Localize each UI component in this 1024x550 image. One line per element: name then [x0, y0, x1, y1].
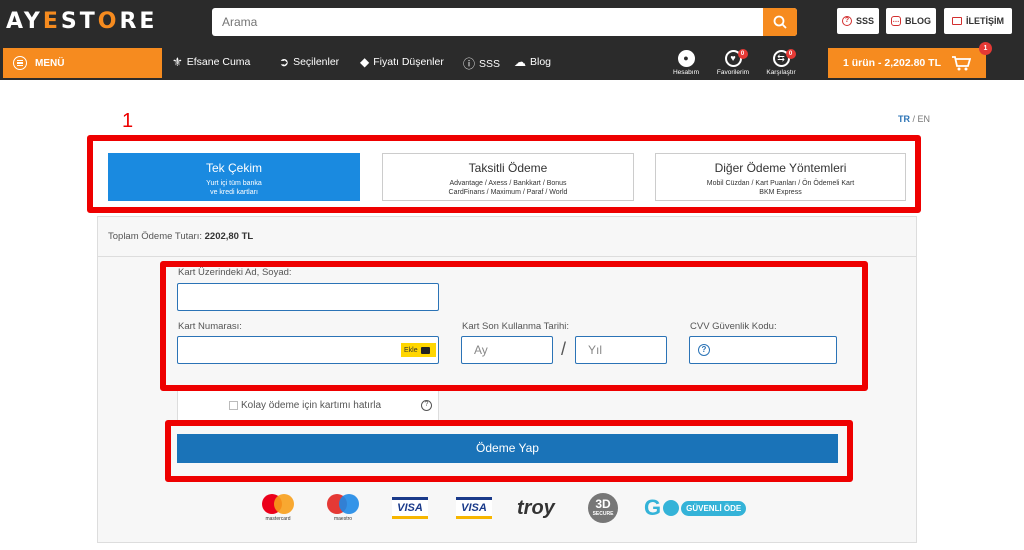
- user-icon: ●: [677, 50, 695, 67]
- mail-icon: [952, 17, 962, 25]
- nav-item-efsane-cuma[interactable]: ⚜ Efsane Cuma: [172, 55, 250, 69]
- menu-icon: [13, 56, 27, 70]
- guvenli-ode-logo: G GÜVENLİ ÖDE: [644, 490, 747, 526]
- search-button[interactable]: [763, 8, 797, 36]
- menu-label: MENÜ: [35, 57, 65, 69]
- total-amount-value: 2202,80 TL: [204, 231, 254, 242]
- visa-electron-logo: VISA: [456, 490, 492, 526]
- maestro-logo: maestro: [327, 490, 359, 526]
- remember-card-label[interactable]: Kolay ödeme için kartımı hatırla: [241, 400, 381, 411]
- annotation-box-1: [87, 135, 921, 213]
- annotation-box-3: [165, 420, 853, 482]
- question-icon: ⓘ: [463, 57, 476, 71]
- sss-button[interactable]: ? SSS: [837, 8, 879, 34]
- payment-logos: mastercard maestro VISA VISA troy 3D SECU…: [0, 490, 1024, 530]
- troy-logo: troy: [517, 496, 555, 519]
- annotation-number-1: 1: [122, 110, 134, 132]
- cart-count-badge: 1: [979, 42, 992, 55]
- cart-summary: 1 ürün - 2,202.80 TL: [842, 57, 942, 69]
- nav-item-blog[interactable]: ☁ Blog: [514, 55, 551, 69]
- nav-item-sss[interactable]: ⓘ SSS: [463, 55, 500, 72]
- blog-label: BLOG: [905, 16, 931, 26]
- cart-icon: [952, 56, 972, 71]
- nav-item-secilenler[interactable]: ➲ Seçilenler: [279, 55, 339, 69]
- 3d-secure-logo: 3D SECURE: [588, 490, 618, 526]
- annotation-box-2: [160, 261, 868, 391]
- question-icon: ?: [841, 16, 852, 26]
- search-icon: [773, 15, 787, 29]
- contact-button[interactable]: İLETİŞİM: [944, 8, 1012, 34]
- gift-icon: ⚜: [172, 55, 183, 69]
- favorites-count-badge: 0: [737, 49, 748, 59]
- contact-label: İLETİŞİM: [966, 16, 1004, 26]
- language-switcher: TR / EN: [898, 114, 931, 124]
- visa-logo: VISA: [392, 490, 428, 526]
- compare-count-badge: 0: [785, 49, 796, 59]
- menu-button[interactable]: MENÜ: [3, 48, 162, 78]
- lang-en[interactable]: EN: [918, 114, 931, 124]
- chat-icon: …: [891, 16, 901, 26]
- total-amount-row: Toplam Ödeme Tutarı: 2202,80 TL: [97, 216, 917, 257]
- search-input[interactable]: [212, 8, 762, 36]
- help-icon[interactable]: ?: [421, 400, 432, 411]
- mastercard-logo: mastercard: [262, 490, 294, 526]
- sss-label: SSS: [855, 16, 874, 26]
- lang-tr[interactable]: TR: [898, 114, 910, 124]
- compare-link[interactable]: ⇆ 0 Karşılaştır: [761, 49, 801, 76]
- nav-item-fiyati-dusenler[interactable]: ◆ Fiyatı Düşenler: [360, 55, 444, 69]
- chat-icon: ☁: [514, 55, 526, 69]
- cart-button[interactable]: 1 ürün - 2,202.80 TL: [828, 48, 986, 78]
- search-bar: [212, 8, 797, 36]
- arrow-circle-icon: ➲: [279, 55, 290, 69]
- store-logo[interactable]: AYESTORE: [6, 9, 157, 34]
- favorites-link[interactable]: ♥ 0 Favorilerim: [713, 49, 753, 76]
- heart-icon: ♥ 0: [724, 49, 748, 67]
- compare-icon: ⇆ 0: [772, 49, 796, 67]
- account-link[interactable]: ● Hesabım: [666, 50, 706, 76]
- tag-icon: ◆: [360, 55, 370, 69]
- blog-button[interactable]: … BLOG: [886, 8, 936, 34]
- remember-card-checkbox[interactable]: [229, 401, 238, 410]
